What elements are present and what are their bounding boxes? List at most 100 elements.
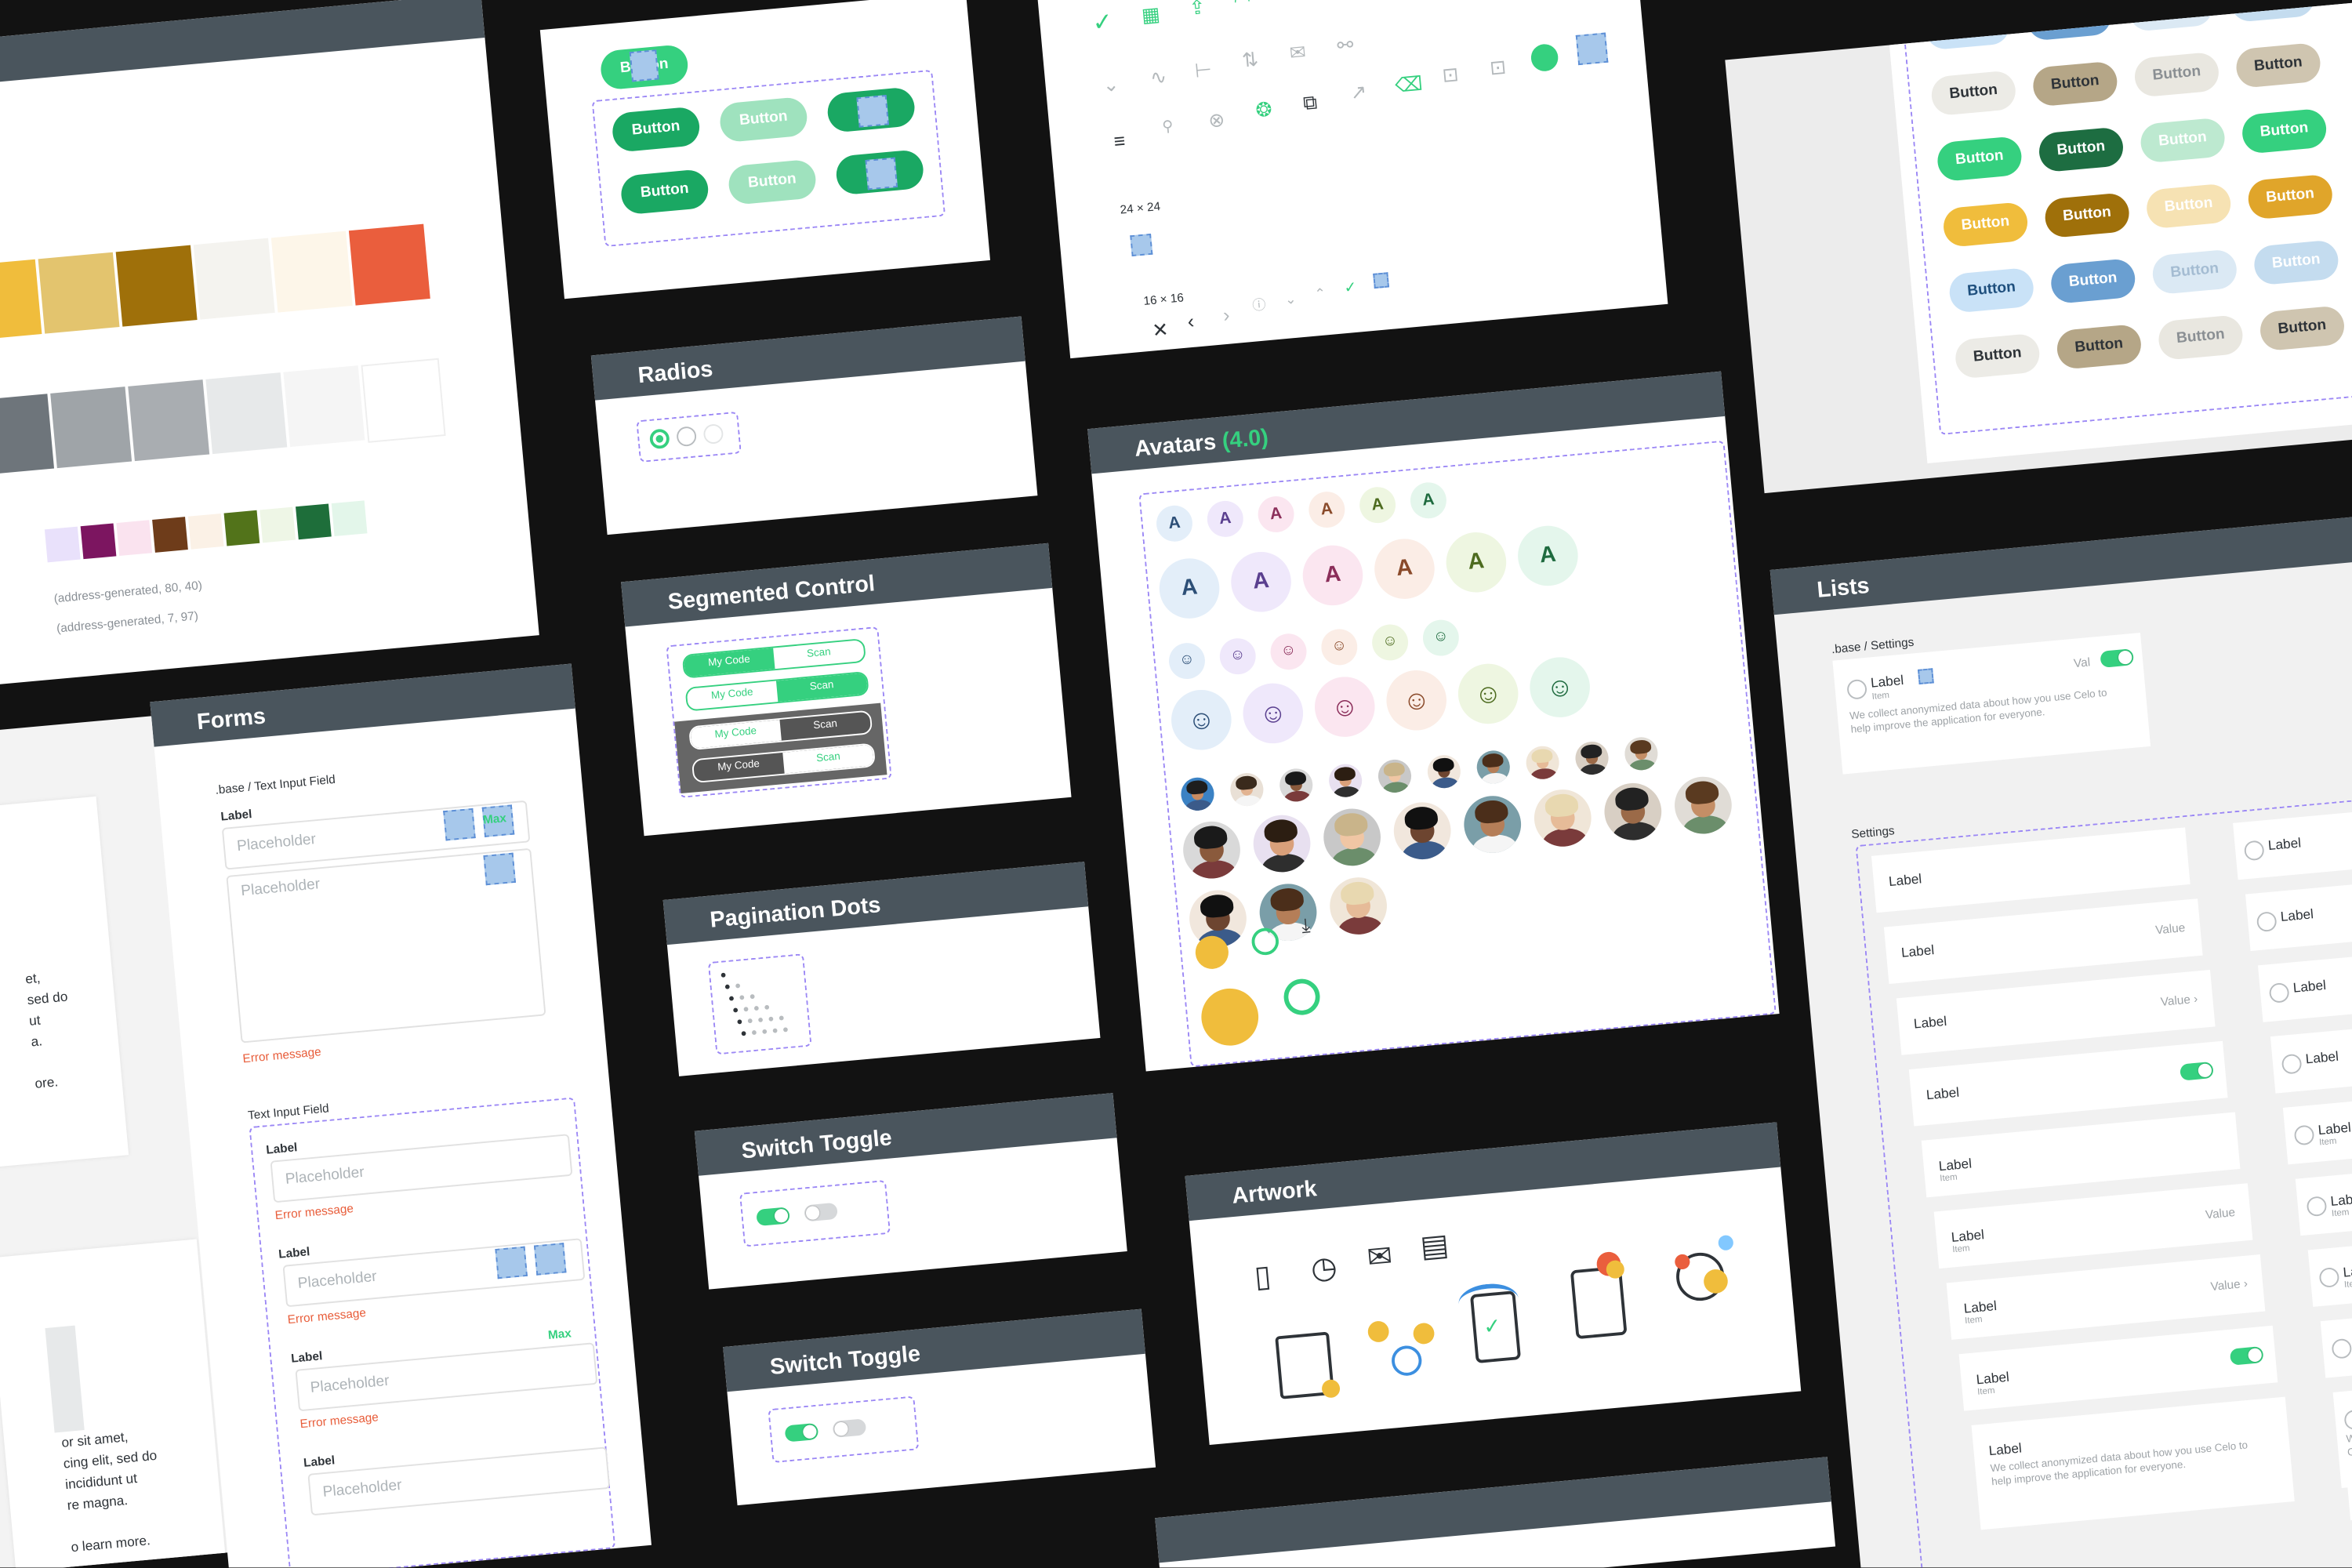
row-label: Label [2342, 1261, 2352, 1280]
artwork-frame: Artwork ▯ ◷ ✉ ▤ ✓ [1185, 1122, 1802, 1446]
chevron-right-icon: › [1221, 303, 1231, 327]
icon-size-large-label: 24 × 24 [1119, 199, 1161, 217]
settings-description: We collect anonymized data about how you… [1849, 688, 2108, 736]
settings-radio[interactable] [1846, 678, 1868, 700]
placeholder-square [1575, 32, 1609, 66]
forms-section-base: .base / Text Input Field [214, 772, 336, 797]
grid-icon: ▦ [1140, 2, 1161, 27]
phone-illustration-icon: ▯ [1253, 1260, 1273, 1295]
paragraph-line: sed do [26, 989, 69, 1008]
receipt-illustration-icon: ▤ [1418, 1229, 1450, 1265]
row-radio[interactable] [2281, 1053, 2303, 1075]
placeholder-24 [1130, 233, 1153, 257]
bottom-partial-header [1155, 1457, 1831, 1563]
external-link-icon: ↗ [1349, 80, 1368, 104]
color-swatch [270, 230, 353, 313]
copy-icon: ⧉ [1301, 90, 1319, 114]
checkmark-icon: ✓ [1280, 0, 1298, 5]
color-swatch [348, 223, 430, 306]
connect-icon: ⚯ [1336, 33, 1355, 57]
row-item: Item [1939, 1173, 1958, 1185]
row-label: Label [1888, 871, 1922, 889]
row-value: Value › [2160, 992, 2198, 1009]
color-swatch [296, 503, 332, 540]
row-radio[interactable] [2343, 1409, 2352, 1431]
row-label: Label [1913, 1013, 1947, 1032]
settings-label: Label [1870, 672, 1904, 691]
row-item: Item [2331, 1208, 2350, 1220]
row-description: We collect anonymized data about how you… [1990, 1440, 2249, 1489]
clock-illustration-icon: ◷ [1309, 1250, 1339, 1287]
chevron-icon: ⌄ [1102, 72, 1120, 96]
placeholder-square [533, 1243, 567, 1276]
row-label: Label [1975, 1369, 2010, 1388]
row-item: Item [1976, 1387, 1996, 1398]
field-label: Label [303, 1453, 336, 1470]
camera-active-icon [1530, 42, 1559, 73]
share-icon: ⇪ [1188, 0, 1207, 20]
chevron-up-icon: ⌃ [1313, 285, 1327, 302]
menu-icon[interactable]: ≡ [1112, 129, 1126, 153]
row-label: Label [1900, 942, 1935, 960]
colors-frame: (address-generated, 80, 40) (address-gen… [0, 0, 539, 684]
phone-key-artwork [1570, 1250, 1628, 1340]
celo-coins-artwork [1673, 1234, 1738, 1305]
lists-frame: Lists .base / Settings Label Item Val We… [1769, 513, 2352, 1568]
placeholder-square [629, 49, 659, 82]
field-label: Label [290, 1348, 323, 1366]
color-swatch [38, 252, 120, 334]
color-swatch [115, 245, 198, 327]
info-icon: ⓘ [1251, 296, 1267, 314]
color-swatch [361, 358, 446, 443]
row-item: Item [1964, 1316, 1984, 1327]
switch-toggle-header: Switch Toggle [723, 1308, 1145, 1392]
row-toggle[interactable] [2180, 1061, 2214, 1081]
row-radio[interactable] [2256, 911, 2278, 933]
row-radio[interactable] [2243, 840, 2265, 862]
color-swatch [50, 387, 132, 469]
settings-toggle[interactable] [2100, 648, 2135, 668]
celebration-artwork [1367, 1316, 1438, 1379]
color-swatch [331, 500, 368, 537]
mail-open-icon: ✉ [1288, 40, 1307, 64]
color-swatch [44, 526, 81, 563]
row-toggle[interactable] [2229, 1345, 2264, 1366]
document-artwork [1275, 1331, 1341, 1399]
settings-value: Val [2073, 655, 2091, 671]
close-icon[interactable]: ✕ [1151, 318, 1169, 342]
color-swatch [205, 372, 288, 455]
bottom-partial-frame [1155, 1457, 1836, 1568]
pagination-frame: Pagination Dots [662, 862, 1101, 1076]
color-swatch [128, 379, 210, 462]
paragraph-line: ore. [34, 1073, 59, 1091]
lists-section-base: .base / Settings [1831, 635, 1915, 657]
row-label: Label [2292, 977, 2327, 996]
mail-illustration-icon: ✉ [1366, 1240, 1394, 1276]
camera-icon: ⊡ [1441, 62, 1460, 87]
placeholder-square [1917, 668, 1934, 685]
field-label: Label [220, 807, 253, 824]
colors-header [0, 0, 485, 87]
placeholder-square [495, 1246, 528, 1279]
color-swatch [187, 513, 224, 550]
radios-frame: Radios [590, 316, 1038, 535]
search-icon: ⚲ [1161, 118, 1174, 136]
placeholder-16 [1373, 272, 1389, 289]
color-swatch [260, 506, 296, 543]
row-radio[interactable] [2293, 1124, 2315, 1146]
row-label: Label [2317, 1120, 2352, 1138]
row-radio[interactable] [2318, 1266, 2340, 1288]
close-circle-icon: ⊗ [1207, 107, 1226, 132]
chevron-left-icon[interactable]: ‹ [1186, 310, 1195, 332]
row-label: Label [1938, 1156, 1973, 1174]
row-radio[interactable] [2331, 1338, 2352, 1359]
field-label: Label [265, 1140, 299, 1157]
placeholder-square [865, 157, 898, 191]
check-icon: ✓ [1091, 9, 1114, 38]
row-radio[interactable] [2268, 982, 2290, 1004]
row-radio[interactable] [2306, 1196, 2328, 1218]
color-swatch [116, 520, 153, 557]
pagination-header: Pagination Dots [662, 862, 1089, 946]
row-label: Label [1962, 1298, 1998, 1316]
switch-toggle-frame-1: Switch Toggle [694, 1093, 1127, 1290]
